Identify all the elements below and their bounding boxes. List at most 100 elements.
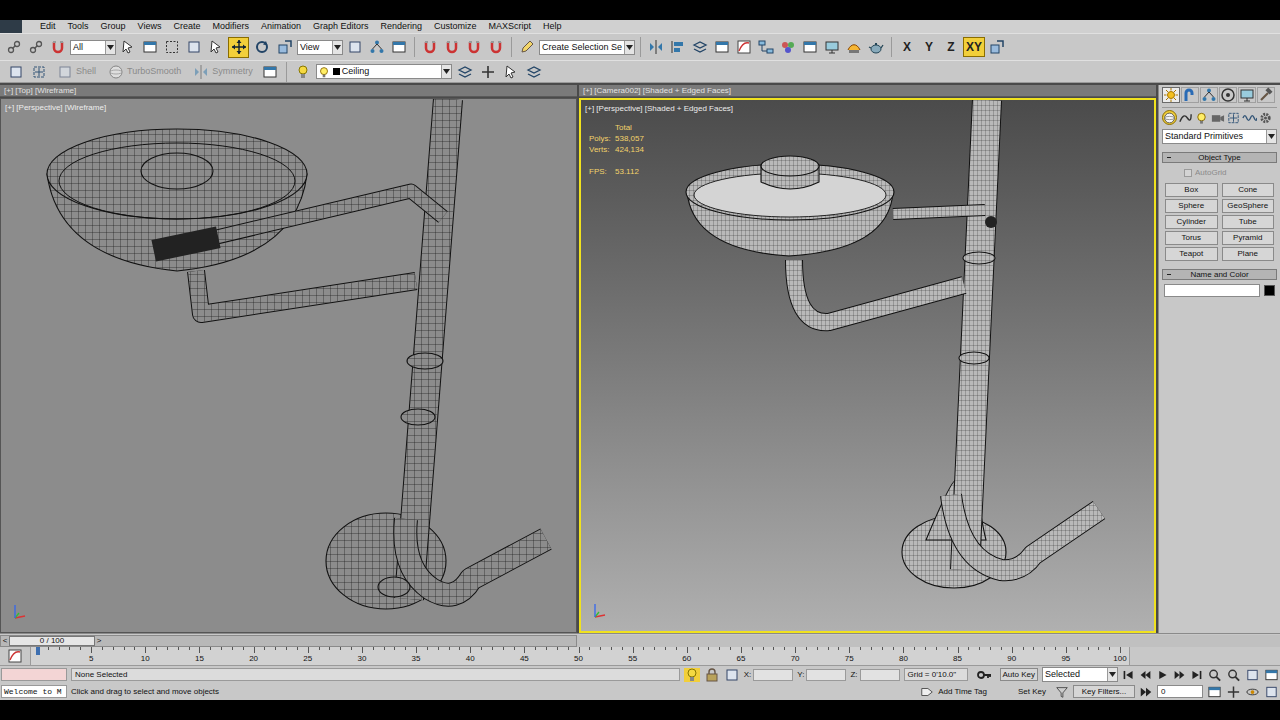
rectangular-region-icon[interactable]: [162, 37, 182, 57]
auto-key-button[interactable]: Auto Key: [1000, 668, 1038, 681]
zoom-all-icon[interactable]: [1226, 668, 1241, 682]
viewport[interactable]: [+] [Perspective] [Shaded + Edged Faces]…: [579, 98, 1156, 633]
utilities-tab-icon[interactable]: [1257, 87, 1275, 103]
axis-constraint-button[interactable]: X: [897, 37, 917, 57]
zoom-icon[interactable]: [1207, 668, 1222, 682]
object-name-field[interactable]: [1164, 284, 1260, 297]
go-to-start-icon[interactable]: [1122, 668, 1135, 681]
new-layer-icon[interactable]: [455, 62, 475, 82]
mini-curve-editor-icon[interactable]: [0, 647, 30, 665]
schematic-view-icon[interactable]: [756, 37, 776, 57]
viewport-label[interactable]: [+] [Camera002] [Shaded + Edged Faces]: [583, 85, 731, 96]
geometry-icon[interactable]: [1162, 110, 1177, 125]
object-color-swatch[interactable]: [1264, 285, 1275, 296]
primitive-button[interactable]: Pyramid: [1222, 231, 1275, 245]
absolute-mode-icon[interactable]: [724, 668, 740, 682]
menu-item[interactable]: Graph Editors: [307, 20, 375, 33]
render-setup-icon[interactable]: [800, 37, 820, 57]
reference-coordinate-dropdown[interactable]: View: [297, 40, 343, 55]
zoom-extents-icon[interactable]: [1245, 668, 1260, 682]
category-dropdown[interactable]: Standard Primitives: [1162, 129, 1277, 144]
select-manipulate-icon[interactable]: [206, 37, 226, 57]
edit-mesh-icon[interactable]: [29, 62, 49, 82]
time-slider-track[interactable]: <0 / 100>: [0, 635, 577, 647]
add-time-tag[interactable]: Add Time Tag: [938, 686, 1009, 698]
menu-item[interactable]: Rendering: [375, 20, 429, 33]
render-icon[interactable]: [844, 37, 864, 57]
edit-poly-icon[interactable]: [6, 62, 26, 82]
primitive-button[interactable]: Box: [1165, 183, 1218, 197]
next-frame-button[interactable]: >: [95, 636, 103, 646]
go-to-end-icon[interactable]: [1190, 668, 1203, 681]
axis-constraint-button[interactable]: Y: [919, 37, 939, 57]
menu-item[interactable]: Tools: [62, 20, 95, 33]
systems-icon[interactable]: [1258, 110, 1273, 125]
current-frame-field[interactable]: 0: [1157, 685, 1203, 698]
maxscript-mini-listener[interactable]: Welcome to M: [1, 685, 67, 698]
viewport[interactable]: [+] [Perspective] [Wireframe]: [0, 98, 577, 633]
motion-tab-icon[interactable]: [1219, 87, 1237, 103]
key-filters-button[interactable]: Key Filters...: [1073, 685, 1135, 698]
select-object-icon[interactable]: [118, 37, 138, 57]
maxscript-listener[interactable]: [1, 668, 67, 681]
shapes-icon[interactable]: [1178, 110, 1193, 125]
coordinate-field[interactable]: [860, 669, 900, 681]
render-iterative-icon[interactable]: [866, 37, 886, 57]
primitive-button[interactable]: Cylinder: [1165, 215, 1218, 229]
rotate-icon[interactable]: [251, 37, 272, 58]
create-tab-icon[interactable]: [1162, 87, 1180, 103]
bind-space-warp-icon[interactable]: [48, 37, 68, 57]
rendered-frame-icon[interactable]: [822, 37, 842, 57]
primitive-button[interactable]: Tube: [1222, 215, 1275, 229]
mirror-icon[interactable]: [646, 37, 666, 57]
menu-item[interactable]: Group: [95, 20, 132, 33]
set-key-button[interactable]: Set Key: [1013, 685, 1051, 698]
modifier-icon[interactable]: [192, 63, 210, 81]
axis-plane-icon[interactable]: [987, 37, 1007, 57]
percent-snap-icon[interactable]: [464, 37, 484, 57]
hierarchy-tab-icon[interactable]: [1200, 87, 1218, 103]
display-tab-icon[interactable]: [1238, 87, 1256, 103]
modifier-sets-icon[interactable]: [260, 62, 280, 82]
space-warps-icon[interactable]: [1242, 110, 1257, 125]
primitive-button[interactable]: Torus: [1165, 231, 1218, 245]
select-and-link-icon[interactable]: [4, 37, 24, 57]
play-icon[interactable]: [1156, 668, 1169, 681]
angle-snap-icon[interactable]: [442, 37, 462, 57]
axis-constraint-button[interactable]: XY: [963, 37, 985, 57]
move-icon[interactable]: [228, 37, 249, 58]
scale-icon[interactable]: [274, 37, 295, 58]
modifier-icon[interactable]: [56, 63, 74, 81]
previous-frame-button[interactable]: <: [1, 636, 9, 646]
primitive-button[interactable]: Teapot: [1165, 247, 1218, 261]
menu-item[interactable]: Create: [167, 20, 206, 33]
layer-visibility-icon[interactable]: [293, 62, 313, 82]
rollout-header[interactable]: Object Type: [1162, 152, 1277, 163]
spinner-snap-icon[interactable]: [486, 37, 506, 57]
frame-ruler[interactable]: 5101520253035404550556065707580859095100: [30, 647, 1130, 665]
layer-dropdown[interactable]: Ceiling: [316, 64, 452, 79]
selection-lock-icon[interactable]: [704, 668, 720, 682]
coordinate-field[interactable]: [806, 669, 846, 681]
layer-manager-icon[interactable]: [690, 37, 710, 57]
window-crossing-icon[interactable]: [184, 37, 204, 57]
align-icon[interactable]: [668, 37, 688, 57]
zoom-extents-all-icon[interactable]: [1264, 668, 1279, 682]
menu-item[interactable]: Animation: [255, 20, 307, 33]
menu-item[interactable]: Customize: [428, 20, 483, 33]
key-mode-toggle-icon[interactable]: [1139, 685, 1153, 698]
menu-item[interactable]: Views: [132, 20, 168, 33]
material-editor-icon[interactable]: [778, 37, 798, 57]
menu-item[interactable]: Help: [537, 20, 568, 33]
key-mode-dropdown[interactable]: Selected: [1042, 667, 1118, 682]
viewport-label[interactable]: [+] [Perspective] [Wireframe]: [5, 102, 106, 114]
primitive-button[interactable]: Plane: [1222, 247, 1275, 261]
select-and-link-icon[interactable]: [26, 37, 46, 57]
helpers-icon[interactable]: [1226, 110, 1241, 125]
next-frame-icon[interactable]: [1173, 668, 1186, 681]
axis-constraint-button[interactable]: Z: [941, 37, 961, 57]
selection-filter-dropdown[interactable]: All: [70, 40, 116, 55]
primitive-button[interactable]: Cone: [1222, 183, 1275, 197]
key-filter-icon[interactable]: [1055, 685, 1069, 698]
select-in-layer-icon[interactable]: [501, 62, 521, 82]
